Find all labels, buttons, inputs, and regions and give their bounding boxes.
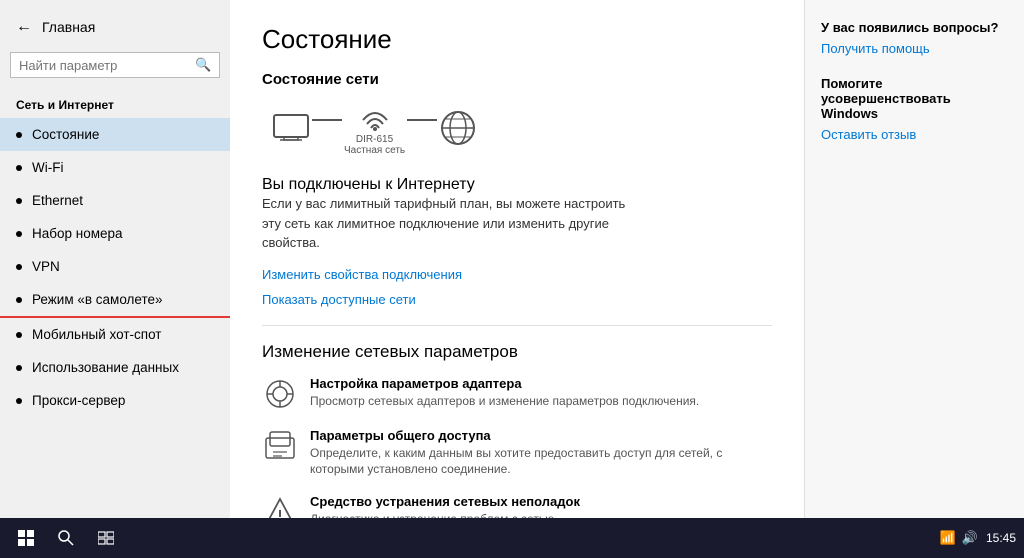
sidebar: ← Главная 🔍 Сеть и Интернет Состояние Wi…	[0, 0, 230, 518]
help-link[interactable]: Получить помощь	[821, 41, 1008, 56]
sidebar-item-ethernet[interactable]: Ethernet	[0, 184, 230, 217]
sidebar-item-label: Прокси-сервер	[32, 393, 125, 408]
start-button[interactable]	[8, 520, 44, 556]
search-icon: 🔍	[195, 57, 211, 73]
setting-sharing-text: Параметры общего доступа Определите, к к…	[310, 428, 730, 479]
dot-icon	[16, 198, 22, 204]
network-diagram: DIR-615 Частная сеть	[262, 102, 772, 156]
change-properties-link[interactable]: Изменить свойства подключения	[262, 267, 772, 282]
taskview-button[interactable]	[88, 520, 124, 556]
connected-desc: Если у вас лимитный тарифный план, вы мо…	[262, 194, 642, 253]
dot-icon	[16, 365, 22, 371]
sidebar-item-label: Набор номера	[32, 226, 123, 241]
taskbar-left	[8, 520, 124, 556]
sidebar-home[interactable]: ← Главная	[0, 8, 230, 46]
change-section-title: Изменение сетевых параметров	[262, 325, 772, 362]
sidebar-item-dialup[interactable]: Набор номера	[0, 217, 230, 250]
sidebar-item-status[interactable]: Состояние	[0, 118, 230, 151]
sidebar-item-label: Wi-Fi	[32, 160, 63, 175]
search-box[interactable]: 🔍	[10, 52, 220, 78]
router-name: DIR-615	[356, 134, 393, 145]
main-content: Состояние Состояние сети	[230, 0, 804, 518]
taskbar-system-icons: 📶 🔊	[940, 530, 978, 546]
setting-troubleshoot-text: Средство устранения сетевых неполадок Ди…	[310, 494, 580, 518]
sidebar-item-label: VPN	[32, 259, 60, 274]
setting-sharing[interactable]: Параметры общего доступа Определите, к к…	[262, 428, 772, 479]
connected-title: Вы подключены к Интернету	[262, 176, 772, 194]
sidebar-item-datausage[interactable]: Использование данных	[0, 351, 230, 384]
taskbar: 📶 🔊 15:45	[0, 518, 1024, 558]
feedback-link[interactable]: Оставить отзыв	[821, 127, 1008, 142]
network-section-title: Состояние сети	[262, 71, 772, 88]
setting-adapter-desc: Просмотр сетевых адаптеров и изменение п…	[310, 393, 699, 410]
show-networks-link[interactable]: Показать доступные сети	[262, 292, 772, 307]
dot-icon	[16, 165, 22, 171]
page-title: Состояние	[262, 24, 772, 55]
sidebar-item-label: Состояние	[32, 127, 99, 142]
network-tray-icon: 📶	[940, 530, 956, 546]
search-taskbar-button[interactable]	[48, 520, 84, 556]
network-adapter-icon	[262, 376, 298, 412]
dot-icon	[16, 398, 22, 404]
setting-adapter-text: Настройка параметров адаптера Просмотр с…	[310, 376, 699, 410]
setting-troubleshoot[interactable]: Средство устранения сетевых неполадок Ди…	[262, 494, 772, 518]
sidebar-item-hotspot[interactable]: Мобильный хот-спот	[0, 318, 230, 351]
improve-title: Помогите усовершенствовать Windows	[821, 76, 1008, 121]
line2	[407, 119, 437, 121]
router-subtitle: Частная сеть	[344, 145, 405, 156]
taskbar-right: 📶 🔊 15:45	[940, 530, 1016, 546]
home-label: Главная	[42, 19, 95, 35]
sidebar-item-label: Использование данных	[32, 360, 179, 375]
setting-troubleshoot-title: Средство устранения сетевых неполадок	[310, 494, 580, 509]
setting-sharing-desc: Определите, к каким данным вы хотите пре…	[310, 445, 730, 479]
internet-icon	[439, 109, 477, 149]
setting-adapter[interactable]: Настройка параметров адаптера Просмотр с…	[262, 376, 772, 412]
sidebar-section-title: Сеть и Интернет	[0, 92, 230, 118]
router-icon: DIR-615 Частная сеть	[344, 102, 405, 156]
dot-icon	[16, 132, 22, 138]
volume-icon: 🔊	[962, 530, 978, 546]
troubleshoot-icon	[262, 494, 298, 518]
sidebar-item-label: Ethernet	[32, 193, 83, 208]
computer-icon	[272, 113, 310, 145]
sidebar-item-label: Мобильный хот-спот	[32, 327, 161, 342]
dot-icon	[16, 264, 22, 270]
sidebar-item-proxy[interactable]: Прокси-сервер	[0, 384, 230, 417]
dot-icon	[16, 297, 22, 303]
right-panel: У вас появились вопросы? Получить помощь…	[804, 0, 1024, 518]
app-window: ← Главная 🔍 Сеть и Интернет Состояние Wi…	[0, 0, 1024, 518]
sidebar-item-wifi[interactable]: Wi-Fi	[0, 151, 230, 184]
line1	[312, 119, 342, 121]
setting-adapter-title: Настройка параметров адаптера	[310, 376, 699, 391]
setting-troubleshoot-desc: Диагностика и устранение проблем с сетью…	[310, 511, 580, 518]
sharing-icon	[262, 428, 298, 464]
search-input[interactable]	[19, 58, 195, 73]
taskbar-time: 15:45	[986, 531, 1016, 545]
sidebar-item-vpn[interactable]: VPN	[0, 250, 230, 283]
questions-title: У вас появились вопросы?	[821, 20, 1008, 35]
dot-icon	[16, 231, 22, 237]
setting-sharing-title: Параметры общего доступа	[310, 428, 730, 443]
sidebar-item-label: Режим «в самолете»	[32, 292, 163, 307]
sidebar-item-airplane[interactable]: Режим «в самолете»	[0, 283, 230, 318]
dot-icon	[16, 332, 22, 338]
